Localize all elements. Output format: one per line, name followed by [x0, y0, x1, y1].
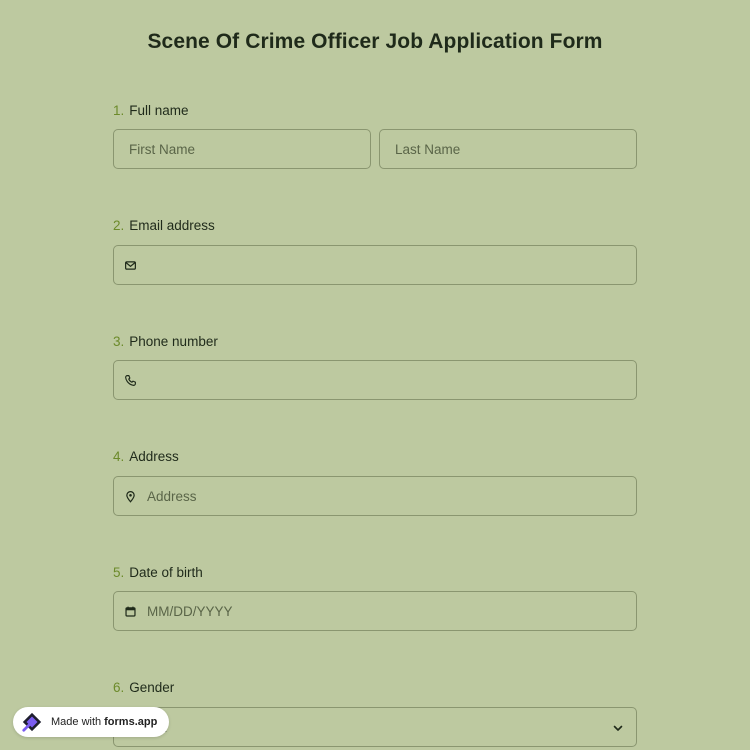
question-number: 3. — [113, 334, 125, 349]
question-text: Full name — [129, 103, 189, 118]
map-pin-icon — [124, 490, 137, 503]
question-text: Gender — [129, 680, 175, 695]
calendar-icon — [124, 605, 137, 618]
address-input[interactable] — [147, 477, 636, 515]
gender-select-value: Select — [114, 720, 612, 735]
chevron-down-icon — [612, 721, 624, 733]
date-of-birth-input[interactable] — [147, 592, 636, 630]
question-text: Address — [129, 449, 179, 464]
address-field[interactable] — [113, 476, 637, 516]
question-number: 4. — [113, 449, 125, 464]
gender-select[interactable]: Select — [113, 707, 637, 747]
question-label-full-name: 1. Full name — [113, 103, 189, 118]
first-name-input[interactable] — [114, 130, 370, 168]
last-name-field[interactable] — [379, 129, 637, 169]
email-field[interactable] — [113, 245, 637, 285]
envelope-icon — [124, 259, 137, 272]
question-label-email: 2. Email address — [113, 218, 215, 233]
phone-icon — [124, 374, 137, 387]
phone-input[interactable] — [147, 361, 636, 399]
question-number: 6. — [113, 680, 125, 695]
form-title: Scene Of Crime Officer Job Application F… — [147, 30, 603, 53]
forms-app-logo-icon — [21, 711, 43, 733]
question-text: Email address — [129, 218, 215, 233]
question-number: 5. — [113, 565, 125, 580]
question-number: 2. — [113, 218, 125, 233]
email-input[interactable] — [147, 246, 636, 284]
first-name-field[interactable] — [113, 129, 371, 169]
date-of-birth-field[interactable] — [113, 591, 637, 631]
question-text: Phone number — [129, 334, 218, 349]
question-text: Date of birth — [129, 565, 203, 580]
last-name-input[interactable] — [380, 130, 636, 168]
phone-field[interactable] — [113, 360, 637, 400]
question-label-address: 4. Address — [113, 449, 179, 464]
badge-prefix: Made with — [51, 716, 102, 728]
made-with-badge[interactable]: Made with forms.app — [13, 707, 169, 737]
question-number: 1. — [113, 103, 125, 118]
question-label-gender: 6. Gender — [113, 680, 174, 695]
question-label-phone: 3. Phone number — [113, 334, 218, 349]
badge-brand: forms.app — [104, 716, 158, 728]
question-label-dob: 5. Date of birth — [113, 565, 203, 580]
